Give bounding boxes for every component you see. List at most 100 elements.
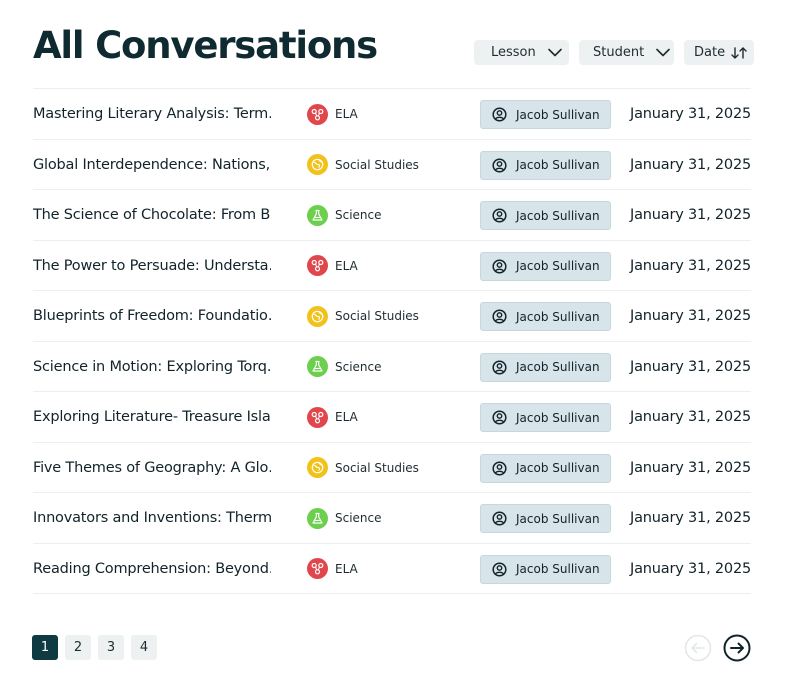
student-name: Jacob Sullivan bbox=[516, 562, 600, 576]
user-circle-icon bbox=[492, 410, 507, 425]
user-circle-icon bbox=[492, 561, 507, 577]
conversation-date: January 31, 2025 bbox=[630, 106, 751, 122]
conversation-row[interactable]: Blueprints of Freedom: Foundatio… Social … bbox=[33, 291, 751, 342]
molecule-icon bbox=[307, 558, 328, 579]
user-circle-icon bbox=[492, 460, 507, 476]
page-title: All Conversations bbox=[33, 24, 378, 67]
student-filter-label: Student bbox=[593, 45, 645, 60]
conversation-row[interactable]: The Power to Persuade: Understa… ELA Jacob… bbox=[33, 241, 751, 291]
conversation-date: January 31, 2025 bbox=[630, 358, 751, 375]
conversation-title[interactable]: The Science of Chocolate: From B… bbox=[33, 190, 271, 240]
subject-tag: Science bbox=[307, 507, 382, 529]
conversation-row[interactable]: Reading Comprehension: Beyond… ELA Jacob S… bbox=[33, 544, 751, 594]
conversation-date: January 31, 2025 bbox=[630, 156, 751, 173]
molecule-icon bbox=[307, 406, 328, 428]
conversation-row[interactable]: The Science of Chocolate: From B… Science… bbox=[33, 190, 751, 241]
conversation-date: January 31, 2025 bbox=[630, 459, 751, 476]
conversation-title[interactable]: Exploring Literature- Treasure Isla… bbox=[33, 392, 271, 442]
subject-tag: Science bbox=[307, 356, 382, 378]
conversation-title[interactable]: Mastering Literary Analysis: Term… bbox=[33, 89, 271, 139]
lesson-filter-label: Lesson bbox=[491, 45, 536, 60]
student-chip[interactable]: Jacob Sullivan bbox=[480, 201, 611, 230]
student-filter-dropdown[interactable]: Student bbox=[579, 40, 674, 65]
chevron-down-icon bbox=[547, 48, 562, 57]
student-name: Jacob Sullivan bbox=[516, 107, 600, 122]
student-name: Jacob Sullivan bbox=[516, 158, 600, 172]
date-sort-button[interactable]: Date bbox=[684, 40, 754, 65]
user-circle-icon bbox=[492, 511, 507, 526]
student-name: Jacob Sullivan bbox=[516, 461, 600, 475]
next-page-button[interactable] bbox=[723, 634, 751, 662]
subject-tag: Science bbox=[307, 204, 382, 226]
molecule-icon bbox=[307, 103, 328, 125]
flask-icon bbox=[307, 507, 328, 529]
sort-arrows-icon bbox=[731, 46, 747, 59]
conversation-title[interactable]: Five Themes of Geography: A Glo… bbox=[33, 443, 271, 493]
pagination: 1234 bbox=[32, 635, 157, 660]
subject-tag: Social Studies bbox=[307, 305, 419, 327]
student-chip[interactable]: Jacob Sullivan bbox=[480, 302, 611, 331]
student-chip[interactable]: Jacob Sullivan bbox=[480, 403, 611, 432]
conversation-row[interactable]: Global Interdependence: Nations,… Social … bbox=[33, 140, 751, 190]
conversation-date: January 31, 2025 bbox=[630, 560, 751, 577]
page-2-button[interactable]: 2 bbox=[65, 635, 91, 660]
page-1-button[interactable]: 1 bbox=[32, 635, 58, 660]
globe-icon bbox=[307, 154, 328, 175]
subject-tag: ELA bbox=[307, 103, 358, 125]
student-name: Jacob Sullivan bbox=[516, 511, 600, 526]
subject-tag: Social Studies bbox=[307, 154, 419, 176]
molecule-icon bbox=[307, 255, 328, 276]
filter-bar: Lesson Student Date bbox=[474, 40, 754, 65]
globe-icon bbox=[307, 457, 328, 478]
student-name: Jacob Sullivan bbox=[516, 208, 600, 223]
conversation-title[interactable]: Reading Comprehension: Beyond… bbox=[33, 544, 271, 594]
subject-label: ELA bbox=[335, 258, 358, 273]
conversation-date: January 31, 2025 bbox=[630, 308, 751, 324]
chevron-down-icon bbox=[656, 48, 670, 57]
subject-label: Social Studies bbox=[335, 309, 419, 323]
conversation-row[interactable]: Exploring Literature- Treasure Isla… ELA J… bbox=[33, 392, 751, 443]
conversation-date: January 31, 2025 bbox=[630, 409, 751, 425]
globe-icon bbox=[307, 305, 328, 327]
conversation-row[interactable]: Mastering Literary Analysis: Term… ELA Jac… bbox=[33, 89, 751, 140]
page-4-button[interactable]: 4 bbox=[131, 635, 157, 660]
student-chip[interactable]: Jacob Sullivan bbox=[480, 554, 611, 584]
student-chip[interactable]: Jacob Sullivan bbox=[480, 453, 611, 483]
arrow-right-circle-icon bbox=[723, 634, 751, 662]
page-3-button[interactable]: 3 bbox=[98, 635, 124, 660]
student-chip[interactable]: Jacob Sullivan bbox=[480, 100, 611, 129]
lesson-filter-dropdown[interactable]: Lesson bbox=[474, 40, 569, 65]
student-chip[interactable]: Jacob Sullivan bbox=[480, 352, 611, 382]
user-circle-icon bbox=[492, 258, 507, 274]
student-chip[interactable]: Jacob Sullivan bbox=[480, 504, 611, 533]
subject-label: ELA bbox=[335, 107, 358, 121]
flask-icon bbox=[307, 356, 328, 377]
user-circle-icon bbox=[492, 309, 507, 324]
student-name: Jacob Sullivan bbox=[516, 360, 600, 374]
user-circle-icon bbox=[492, 157, 507, 173]
subject-label: ELA bbox=[335, 410, 358, 424]
conversation-title[interactable]: Science in Motion: Exploring Torq… bbox=[33, 342, 271, 392]
conversation-row[interactable]: Five Themes of Geography: A Glo… Social S… bbox=[33, 443, 751, 493]
conversation-title[interactable]: Blueprints of Freedom: Foundatio… bbox=[33, 291, 271, 341]
flask-icon bbox=[307, 204, 328, 226]
conversation-title[interactable]: Global Interdependence: Nations,… bbox=[33, 140, 271, 190]
student-chip[interactable]: Jacob Sullivan bbox=[480, 251, 611, 281]
subject-label: ELA bbox=[335, 561, 358, 576]
conversation-date: January 31, 2025 bbox=[630, 257, 751, 274]
date-sort-label: Date bbox=[694, 45, 726, 60]
subject-label: Social Studies bbox=[335, 460, 419, 475]
subject-tag: Social Studies bbox=[307, 457, 419, 479]
student-chip[interactable]: Jacob Sullivan bbox=[480, 150, 611, 180]
subject-label: Science bbox=[335, 511, 382, 525]
student-name: Jacob Sullivan bbox=[516, 259, 600, 273]
conversation-row[interactable]: Innovators and Inventions: Therm… Science… bbox=[33, 493, 751, 544]
previous-page-button[interactable] bbox=[684, 634, 712, 662]
conversation-title[interactable]: The Power to Persuade: Understa… bbox=[33, 241, 271, 291]
conversation-title[interactable]: Innovators and Inventions: Therm… bbox=[33, 493, 271, 543]
conversation-list: Mastering Literary Analysis: Term… ELA Jac… bbox=[33, 88, 751, 594]
conversation-row[interactable]: Science in Motion: Exploring Torq… Scienc… bbox=[33, 342, 751, 392]
subject-label: Social Studies bbox=[335, 157, 419, 172]
arrow-left-circle-icon bbox=[684, 634, 712, 662]
subject-tag: ELA bbox=[307, 255, 358, 277]
